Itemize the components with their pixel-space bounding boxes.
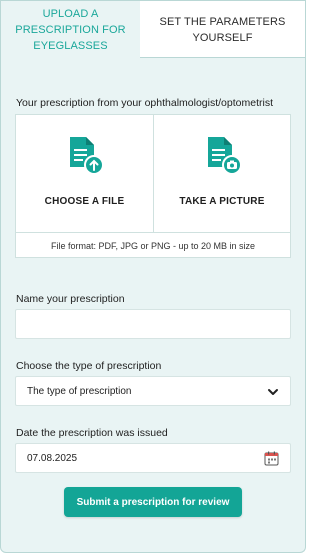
prescription-date-value: 07.08.2025 (27, 452, 78, 464)
file-camera-icon (208, 137, 242, 175)
tab-upload-prescription[interactable]: UPLOAD A PRESCRIPTION FOR EYEGLASSES (0, 0, 141, 59)
tab-set-parameters-line2: YOURSELF (192, 31, 253, 44)
file-upload-icon (70, 137, 104, 175)
prescription-date-input[interactable]: 07.08.2025 (15, 443, 291, 473)
prescription-type-select[interactable]: The type of prescription (15, 376, 291, 406)
tab-set-parameters-line1: SET THE PARAMETERS (159, 15, 286, 28)
tab-upload-line3: EYEGLASSES (33, 40, 108, 52)
name-label: Name your prescription (16, 293, 125, 305)
tab-upload-line1: UPLOAD A (42, 8, 99, 20)
upload-heading: Your prescription from your ophthalmolog… (16, 97, 273, 109)
chevron-down-icon (268, 389, 278, 395)
tab-upload-label: UPLOAD A PRESCRIPTION FOR EYEGLASSES (15, 6, 125, 54)
tab-bar: UPLOAD A PRESCRIPTION FOR EYEGLASSES SET… (0, 0, 306, 59)
tab-upload-line2: PRESCRIPTION FOR (15, 24, 126, 36)
type-label: Choose the type of prescription (16, 360, 162, 372)
choose-file-label: CHOOSE A FILE (44, 196, 125, 207)
prescription-name-input[interactable] (15, 309, 291, 339)
file-format-note: File format: PDF, JPG or PNG - up to 20 … (50, 241, 256, 251)
prescription-type-value: The type of prescription (27, 385, 132, 397)
take-picture-label: TAKE A PICTURE (179, 196, 265, 207)
tab-set-parameters[interactable]: SET THE PARAMETERS YOURSELF (140, 0, 306, 59)
upload-box: CHOOSE A FILE TAKE A PICTURE File format… (15, 114, 291, 258)
tab-set-parameters-label: SET THE PARAMETERS YOURSELF (160, 14, 286, 46)
calendar-icon[interactable] (264, 451, 279, 466)
prescription-widget: UPLOAD A PRESCRIPTION FOR EYEGLASSES SET… (0, 0, 306, 553)
submit-prescription-button[interactable]: Submit a prescription for review (64, 487, 242, 517)
date-label: Date the prescription was issued (16, 427, 168, 439)
take-picture-button[interactable]: TAKE A PICTURE (154, 115, 290, 232)
choose-file-button[interactable]: CHOOSE A FILE (16, 115, 153, 232)
